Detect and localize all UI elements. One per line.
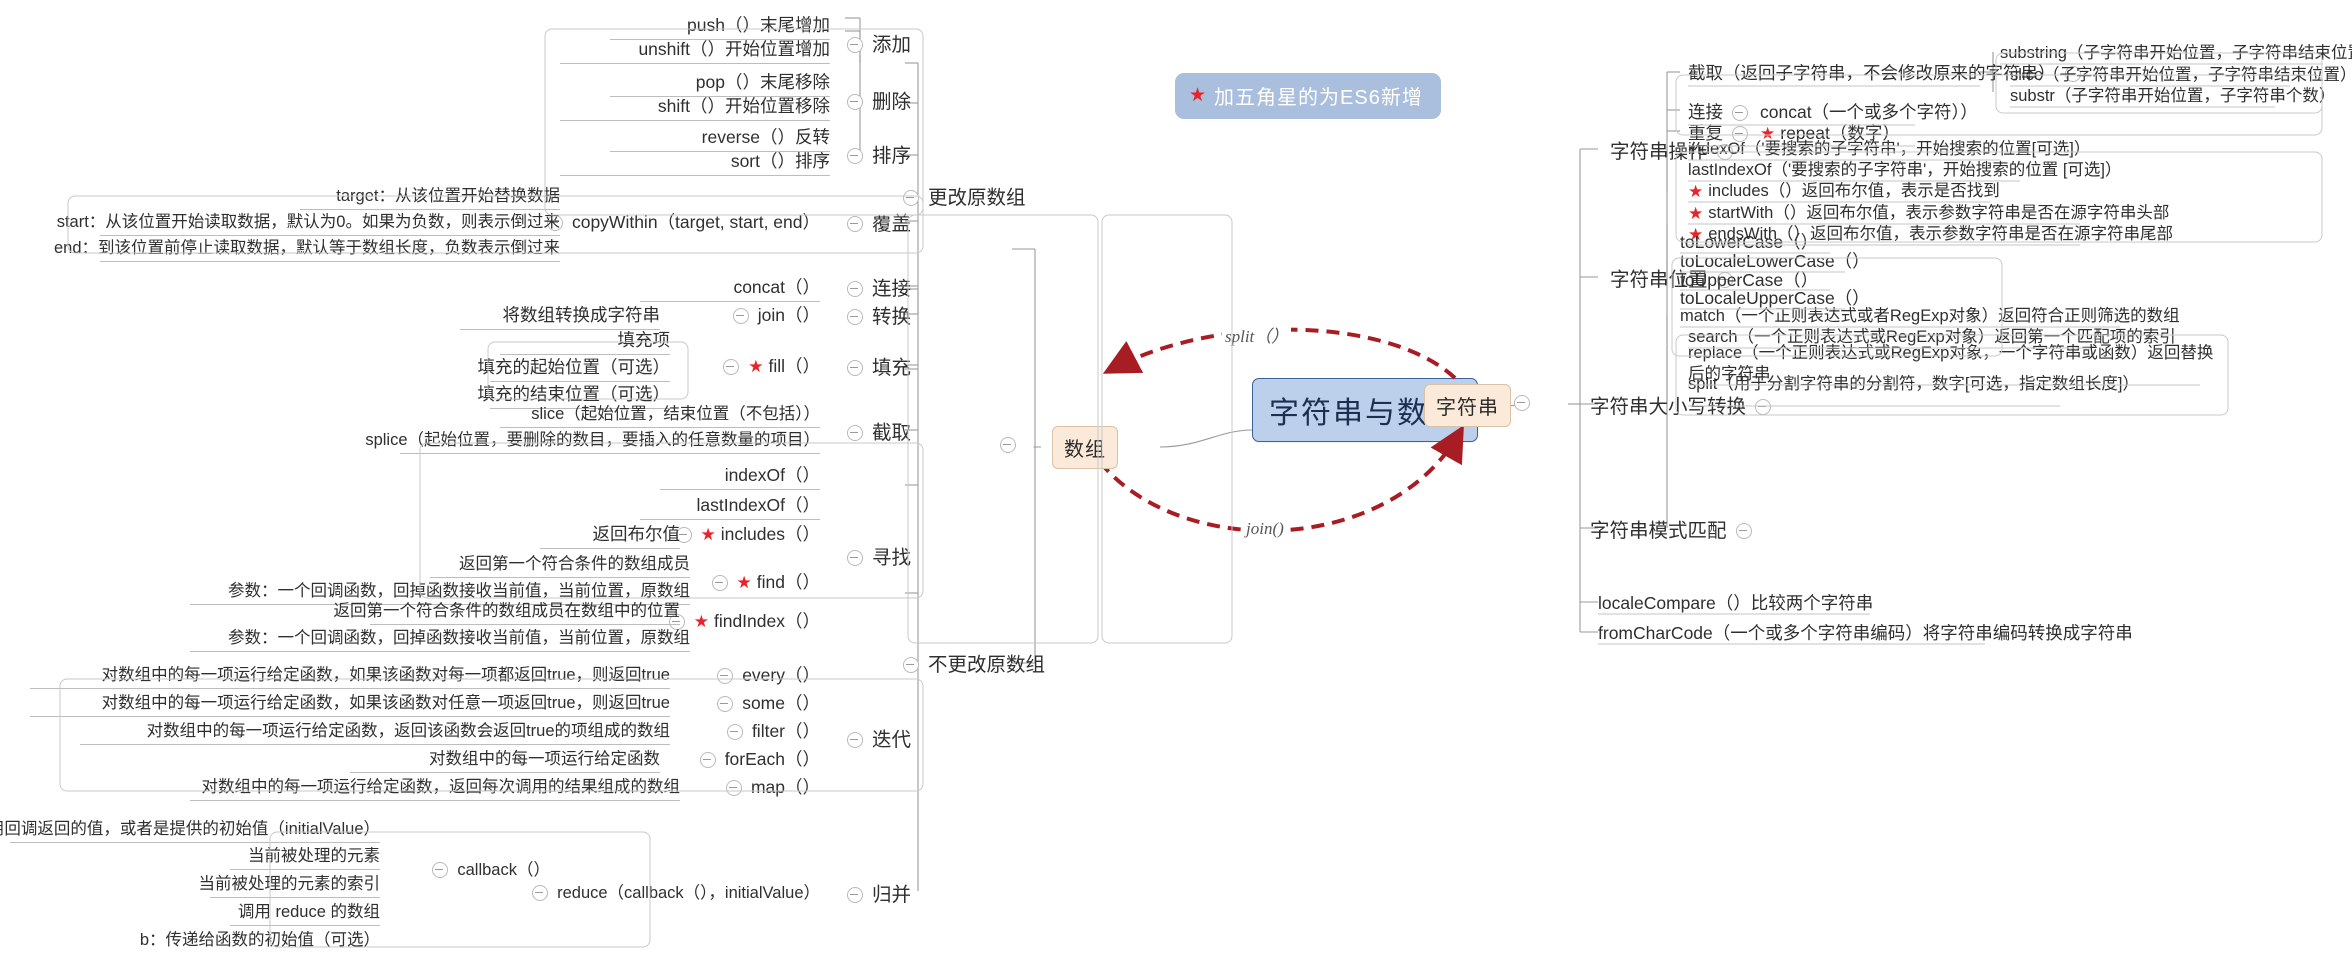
node-card-outlines (59, 28, 2323, 948)
mindmap-canvas: 字符串与数组 ★ 加五角星的为ES6新增 split（） join() 数组 字… (0, 0, 2352, 953)
